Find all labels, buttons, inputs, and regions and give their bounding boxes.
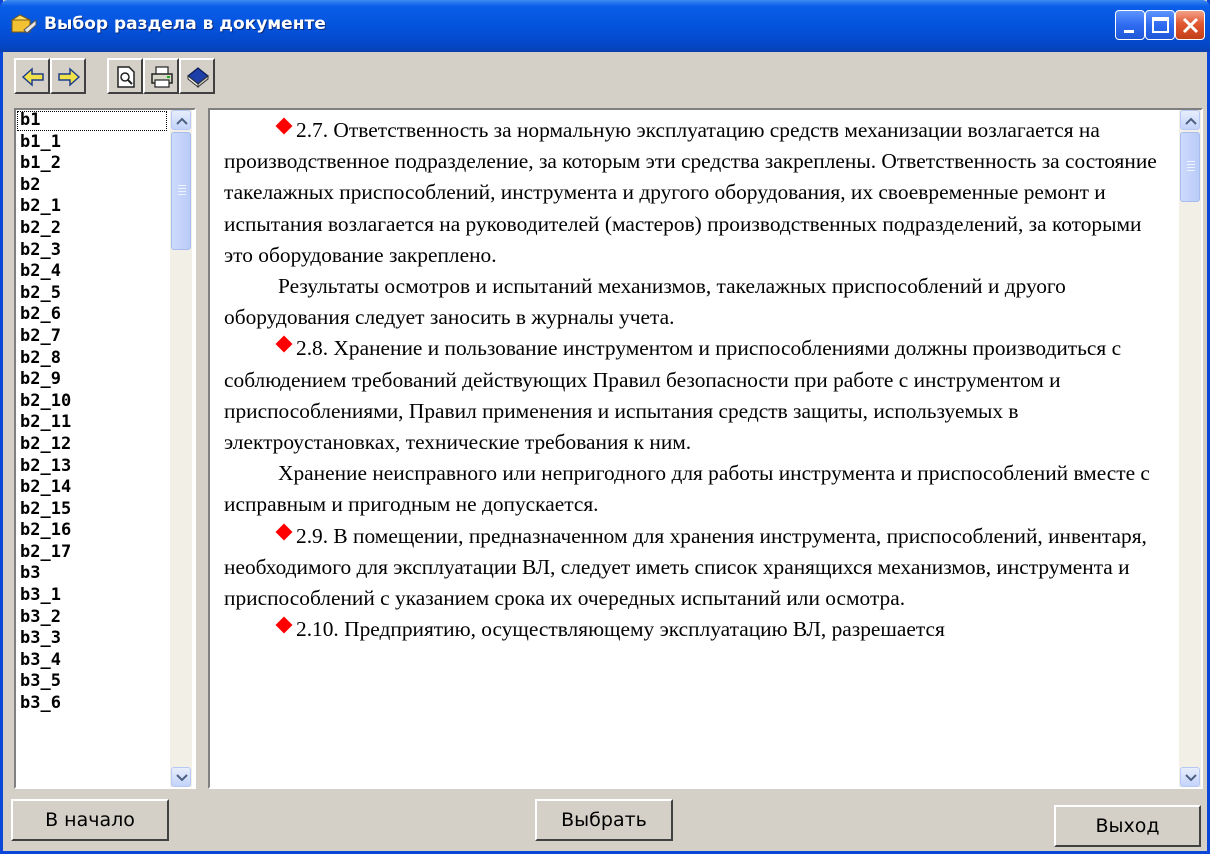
- chevron-up-icon: [176, 117, 188, 125]
- document-paragraph: Результаты осмотров и испытаний механизм…: [224, 271, 1174, 333]
- list-item[interactable]: b2_6: [16, 304, 168, 326]
- print-preview-icon: [117, 66, 135, 88]
- paragraph-text: Хранение неисправного или непригодного д…: [224, 461, 1150, 517]
- back-button[interactable]: [14, 58, 50, 94]
- list-item[interactable]: b2_2: [16, 218, 168, 240]
- list-item[interactable]: b2: [16, 175, 168, 197]
- list-scroll-thumb[interactable]: [171, 132, 191, 250]
- section-list[interactable]: b1 b1_1 b1_2 b2 b2_1 b2_2 b2_3 b2_4 b2_5 b2_6 b2_7…: [14, 108, 196, 789]
- document-body: 2.7. Ответственность за нормальную экспл…: [224, 115, 1174, 645]
- list-item[interactable]: b2_17: [16, 542, 168, 564]
- document-paragraph: 2.10. Предприятию, осуществляющему экспл…: [224, 614, 1174, 645]
- list-item[interactable]: b2_3: [16, 240, 168, 262]
- print-button[interactable]: [143, 58, 179, 94]
- list-item[interactable]: b2_13: [16, 456, 168, 478]
- list-scroll-down-button[interactable]: [171, 767, 191, 787]
- book-button[interactable]: [179, 58, 215, 94]
- select-button[interactable]: Выбрать: [535, 799, 673, 841]
- document-scrollbar[interactable]: [1179, 110, 1201, 787]
- doc-scroll-down-button[interactable]: [1180, 767, 1200, 787]
- list-item[interactable]: b3_3: [16, 628, 168, 650]
- maximize-button[interactable]: [1145, 10, 1175, 40]
- list-item[interactable]: b2_1: [16, 196, 168, 218]
- chevron-up-icon: [1185, 117, 1197, 125]
- close-icon: [1182, 17, 1199, 34]
- doc-scroll-up-button[interactable]: [1180, 110, 1200, 130]
- main-window: Выбор раздела в документе b1 b1_1 b1_2 b…: [0, 0, 1210, 854]
- list-item[interactable]: b1: [16, 110, 168, 132]
- paragraph-text: Результаты осмотров и испытаний механизм…: [224, 274, 1066, 330]
- document-text-pane[interactable]: 2.7. Ответственность за нормальную экспл…: [208, 108, 1203, 789]
- list-item[interactable]: b3_2: [16, 607, 168, 629]
- forward-arrow-icon: [58, 67, 81, 87]
- print-icon: [151, 66, 173, 88]
- list-item[interactable]: b2_4: [16, 261, 168, 283]
- list-item[interactable]: b2_7: [16, 326, 168, 348]
- list-item[interactable]: b3: [16, 563, 168, 585]
- list-item[interactable]: b3_6: [16, 693, 168, 715]
- list-item[interactable]: b2_10: [16, 391, 168, 413]
- back-arrow-icon: [21, 67, 44, 87]
- red-diamond-icon: [275, 523, 293, 541]
- window-title: Выбор раздела в документе: [44, 14, 326, 34]
- section-list-items: b1 b1_1 b1_2 b2 b2_1 b2_2 b2_3 b2_4 b2_5 b2_6 b2_7…: [16, 110, 168, 715]
- document-paragraph: Хранение неисправного или непригодного д…: [224, 458, 1174, 520]
- print-preview-button[interactable]: [107, 58, 143, 94]
- list-item[interactable]: b2_8: [16, 348, 168, 370]
- red-diamond-icon: [275, 616, 293, 634]
- paragraph-text: 2.8. Хранение и пользование инструментом…: [224, 336, 1122, 455]
- doc-scroll-thumb[interactable]: [1180, 132, 1200, 202]
- chevron-down-icon: [1185, 774, 1197, 782]
- list-item[interactable]: b2_5: [16, 283, 168, 305]
- app-icon: [10, 14, 37, 34]
- list-item[interactable]: b1_2: [16, 153, 168, 175]
- document-paragraph: 2.7. Ответственность за нормальную экспл…: [224, 115, 1174, 271]
- chevron-down-icon: [176, 774, 188, 782]
- title-bar[interactable]: Выбор раздела в документе: [0, 0, 1210, 52]
- book-icon: [187, 67, 209, 89]
- paragraph-text: 2.10. Предприятию, осуществляющему экспл…: [296, 617, 945, 642]
- minimize-icon: [1124, 30, 1134, 33]
- paragraph-text: 2.7. Ответственность за нормальную экспл…: [224, 118, 1157, 267]
- list-item[interactable]: b2_9: [16, 369, 168, 391]
- minimize-button[interactable]: [1115, 10, 1145, 40]
- list-item[interactable]: b1_1: [16, 132, 168, 154]
- list-item[interactable]: b2_14: [16, 477, 168, 499]
- section-list-scrollbar[interactable]: [170, 110, 192, 787]
- toolbar: [3, 52, 1207, 98]
- list-item[interactable]: b2_16: [16, 520, 168, 542]
- list-item[interactable]: b2_15: [16, 499, 168, 521]
- red-diamond-icon: [275, 335, 293, 353]
- red-diamond-icon: [275, 117, 293, 135]
- list-item[interactable]: b3_1: [16, 585, 168, 607]
- paragraph-text: 2.9. В помещении, предназначенном для хр…: [224, 523, 1147, 611]
- maximize-icon: [1152, 17, 1169, 33]
- document-paragraph: 2.9. В помещении, предназначенном для хр…: [224, 521, 1174, 615]
- home-button[interactable]: В начало: [11, 799, 169, 841]
- exit-button[interactable]: Выход: [1054, 805, 1201, 847]
- forward-button[interactable]: [50, 58, 86, 94]
- list-item[interactable]: b2_12: [16, 434, 168, 456]
- document-paragraph: 2.8. Хранение и пользование инструментом…: [224, 333, 1174, 458]
- list-scroll-up-button[interactable]: [171, 110, 191, 130]
- list-item[interactable]: b2_11: [16, 412, 168, 434]
- list-item[interactable]: b3_4: [16, 650, 168, 672]
- close-button[interactable]: [1175, 10, 1205, 40]
- list-item[interactable]: b3_5: [16, 671, 168, 693]
